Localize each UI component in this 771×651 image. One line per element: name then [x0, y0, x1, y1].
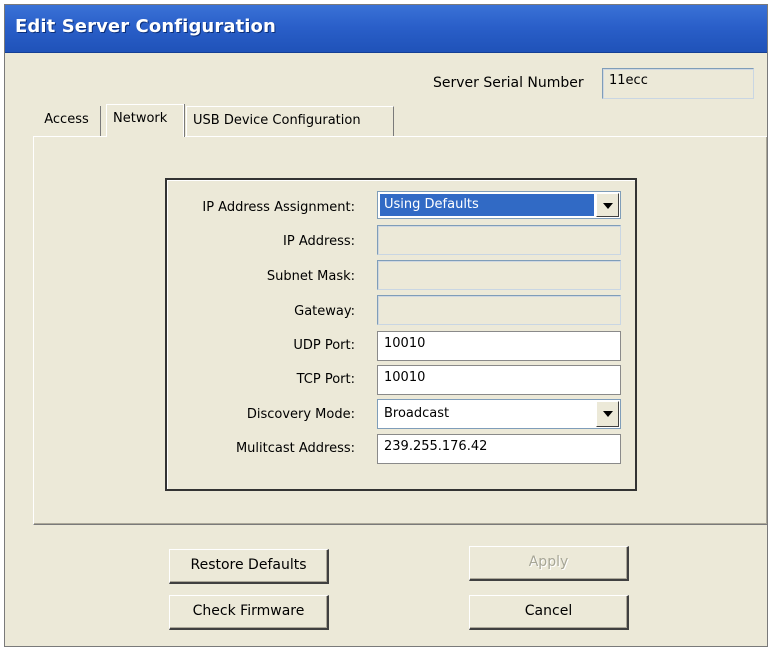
window-title: Edit Server Configuration — [15, 16, 276, 37]
ip-address-label: IP Address: — [283, 234, 355, 249]
tab-network-label: Network — [113, 111, 168, 126]
tcp-port-label: TCP Port: — [296, 372, 355, 387]
gateway-label: Gateway: — [294, 304, 355, 319]
discovery-mode-label: Discovery Mode: — [246, 407, 355, 422]
multicast-address-field[interactable]: 239.255.176.42 — [377, 434, 621, 464]
udp-port-value: 10010 — [384, 336, 426, 351]
tab-access-label: Access — [44, 112, 89, 127]
apply-button[interactable]: Apply — [469, 546, 629, 581]
server-serial-number-label: Server Serial Number — [433, 75, 584, 91]
tab-network[interactable]: Network — [106, 104, 184, 137]
tab-access[interactable]: Access — [33, 106, 101, 136]
check-firmware-button[interactable]: Check Firmware — [169, 595, 329, 630]
ip-address-assignment-dropdown[interactable]: Using Defaults — [377, 191, 621, 219]
multicast-address-label: Mulitcast Address: — [235, 441, 355, 456]
restore-defaults-button[interactable]: Restore Defaults — [169, 549, 329, 584]
ip-address-field[interactable] — [377, 225, 621, 255]
discovery-mode-dropdown[interactable]: Broadcast — [377, 399, 621, 429]
ip-address-assignment-label: IP Address Assignment: — [202, 200, 355, 215]
chevron-down-icon[interactable] — [596, 401, 619, 427]
subnet-mask-field[interactable] — [377, 260, 621, 290]
discovery-mode-value: Broadcast — [384, 406, 450, 421]
chevron-down-icon[interactable] — [596, 193, 619, 217]
tcp-port-value: 10010 — [384, 370, 426, 385]
tab-usb-device-configuration[interactable]: USB Device Configuration — [186, 106, 394, 136]
subnet-mask-label: Subnet Mask: — [266, 269, 355, 284]
tcp-port-field[interactable]: 10010 — [377, 365, 621, 395]
cancel-button[interactable]: Cancel — [469, 595, 629, 630]
server-serial-number-value: 11ecc — [609, 73, 648, 88]
udp-port-label: UDP Port: — [293, 338, 355, 353]
server-serial-number-field: 11ecc — [602, 68, 754, 99]
tab-usb-device-configuration-label: USB Device Configuration — [193, 113, 361, 128]
ip-address-assignment-value: Using Defaults — [380, 194, 594, 216]
edit-server-configuration-dialog: Edit Server Configuration Server Serial … — [4, 4, 768, 647]
multicast-address-value: 239.255.176.42 — [384, 439, 488, 454]
udp-port-field[interactable]: 10010 — [377, 331, 621, 361]
title-bar[interactable]: Edit Server Configuration — [5, 5, 767, 53]
gateway-field[interactable] — [377, 295, 621, 325]
